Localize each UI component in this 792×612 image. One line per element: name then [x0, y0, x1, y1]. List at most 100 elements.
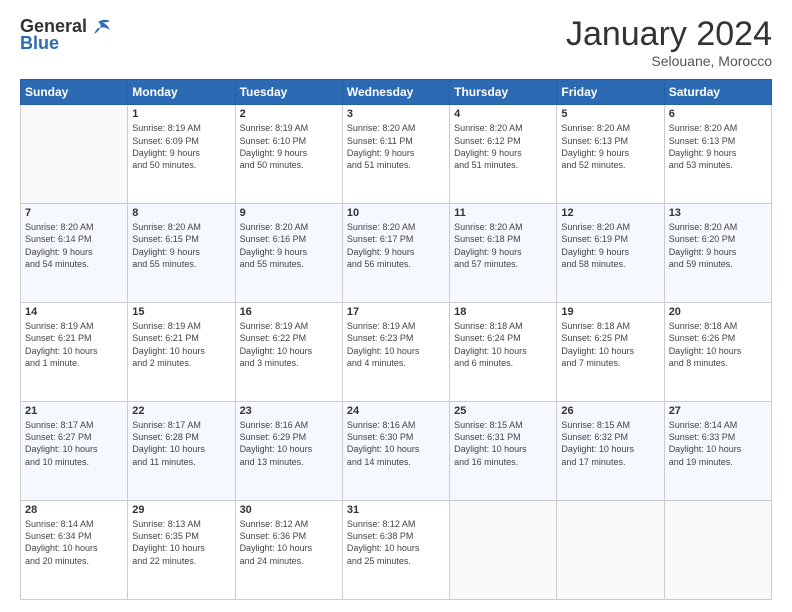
day-number: 5 [561, 108, 659, 120]
day-info: Sunrise: 8:20 AM Sunset: 6:18 PM Dayligh… [454, 221, 552, 270]
calendar-cell: 24 Sunrise: 8:16 AM Sunset: 6:30 PM Dayli… [342, 402, 449, 501]
header-right: January 2024 Selouane, Morocco [566, 16, 772, 69]
calendar-cell: 18 Sunrise: 8:18 AM Sunset: 6:24 PM Dayli… [450, 303, 557, 402]
day-number: 28 [25, 504, 123, 516]
day-number: 29 [132, 504, 230, 516]
page: General Blue January 2024 Selouane, Moro… [0, 0, 792, 612]
calendar-header-row: SundayMondayTuesdayWednesdayThursdayFrid… [21, 80, 772, 105]
day-info: Sunrise: 8:14 AM Sunset: 6:34 PM Dayligh… [25, 518, 123, 567]
day-number: 1 [132, 108, 230, 120]
calendar-cell: 23 Sunrise: 8:16 AM Sunset: 6:29 PM Dayli… [235, 402, 342, 501]
calendar-week-row: 28 Sunrise: 8:14 AM Sunset: 6:34 PM Dayli… [21, 501, 772, 600]
day-info: Sunrise: 8:20 AM Sunset: 6:13 PM Dayligh… [561, 122, 659, 171]
day-info: Sunrise: 8:15 AM Sunset: 6:31 PM Dayligh… [454, 419, 552, 468]
calendar-week-row: 21 Sunrise: 8:17 AM Sunset: 6:27 PM Dayli… [21, 402, 772, 501]
day-number: 10 [347, 207, 445, 219]
location: Selouane, Morocco [566, 53, 772, 69]
calendar-week-row: 1 Sunrise: 8:19 AM Sunset: 6:09 PM Daylig… [21, 105, 772, 204]
logo-bird-icon [90, 18, 112, 36]
calendar-cell: 19 Sunrise: 8:18 AM Sunset: 6:25 PM Dayli… [557, 303, 664, 402]
calendar-cell: 2 Sunrise: 8:19 AM Sunset: 6:10 PM Daylig… [235, 105, 342, 204]
month-title: January 2024 [566, 16, 772, 53]
day-info: Sunrise: 8:17 AM Sunset: 6:28 PM Dayligh… [132, 419, 230, 468]
day-info: Sunrise: 8:17 AM Sunset: 6:27 PM Dayligh… [25, 419, 123, 468]
day-number: 19 [561, 306, 659, 318]
calendar-cell: 17Sunrise: 8:19 AM Sunset: 6:23 PM Dayli… [342, 303, 449, 402]
calendar-cell: 3Sunrise: 8:20 AM Sunset: 6:11 PM Daylig… [342, 105, 449, 204]
day-info: Sunrise: 8:18 AM Sunset: 6:25 PM Dayligh… [561, 320, 659, 369]
calendar-cell: 11 Sunrise: 8:20 AM Sunset: 6:18 PM Dayli… [450, 204, 557, 303]
calendar-cell: 29 Sunrise: 8:13 AM Sunset: 6:35 PM Dayli… [128, 501, 235, 600]
calendar-cell: 9Sunrise: 8:20 AM Sunset: 6:16 PM Daylig… [235, 204, 342, 303]
day-info: Sunrise: 8:20 AM Sunset: 6:12 PM Dayligh… [454, 122, 552, 171]
weekday-header-tuesday: Tuesday [235, 80, 342, 105]
calendar-cell: 6Sunrise: 8:20 AM Sunset: 6:13 PM Daylig… [664, 105, 771, 204]
calendar-cell: 5 Sunrise: 8:20 AM Sunset: 6:13 PM Daylig… [557, 105, 664, 204]
calendar-cell [21, 105, 128, 204]
day-number: 3 [347, 108, 445, 120]
day-number: 26 [561, 405, 659, 417]
day-number: 21 [25, 405, 123, 417]
calendar-cell [557, 501, 664, 600]
day-number: 9 [240, 207, 338, 219]
calendar-cell: 4 Sunrise: 8:20 AM Sunset: 6:12 PM Daylig… [450, 105, 557, 204]
calendar-cell: 28 Sunrise: 8:14 AM Sunset: 6:34 PM Dayli… [21, 501, 128, 600]
calendar-cell [450, 501, 557, 600]
calendar-cell: 20Sunrise: 8:18 AM Sunset: 6:26 PM Dayli… [664, 303, 771, 402]
calendar-cell: 16Sunrise: 8:19 AM Sunset: 6:22 PM Dayli… [235, 303, 342, 402]
day-info: Sunrise: 8:20 AM Sunset: 6:15 PM Dayligh… [132, 221, 230, 270]
calendar-cell: 8 Sunrise: 8:20 AM Sunset: 6:15 PM Daylig… [128, 204, 235, 303]
calendar-cell: 7Sunrise: 8:20 AM Sunset: 6:14 PM Daylig… [21, 204, 128, 303]
day-info: Sunrise: 8:18 AM Sunset: 6:24 PM Dayligh… [454, 320, 552, 369]
calendar-cell: 31 Sunrise: 8:12 AM Sunset: 6:38 PM Dayli… [342, 501, 449, 600]
calendar-cell: 25 Sunrise: 8:15 AM Sunset: 6:31 PM Dayli… [450, 402, 557, 501]
weekday-header-saturday: Saturday [664, 80, 771, 105]
calendar-cell: 27 Sunrise: 8:14 AM Sunset: 6:33 PM Dayli… [664, 402, 771, 501]
day-info: Sunrise: 8:19 AM Sunset: 6:09 PM Dayligh… [132, 122, 230, 171]
calendar-week-row: 14Sunrise: 8:19 AM Sunset: 6:21 PM Dayli… [21, 303, 772, 402]
day-number: 6 [669, 108, 767, 120]
day-info: Sunrise: 8:19 AM Sunset: 6:10 PM Dayligh… [240, 122, 338, 171]
day-number: 11 [454, 207, 552, 219]
day-number: 27 [669, 405, 767, 417]
day-number: 20 [669, 306, 767, 318]
calendar-cell: 21 Sunrise: 8:17 AM Sunset: 6:27 PM Dayli… [21, 402, 128, 501]
day-info: Sunrise: 8:13 AM Sunset: 6:35 PM Dayligh… [132, 518, 230, 567]
day-number: 22 [132, 405, 230, 417]
header: General Blue January 2024 Selouane, Moro… [20, 16, 772, 69]
day-number: 7 [25, 207, 123, 219]
day-info: Sunrise: 8:14 AM Sunset: 6:33 PM Dayligh… [669, 419, 767, 468]
day-info: Sunrise: 8:12 AM Sunset: 6:38 PM Dayligh… [347, 518, 445, 567]
day-number: 8 [132, 207, 230, 219]
weekday-header-wednesday: Wednesday [342, 80, 449, 105]
day-number: 17 [347, 306, 445, 318]
day-number: 18 [454, 306, 552, 318]
day-info: Sunrise: 8:16 AM Sunset: 6:29 PM Dayligh… [240, 419, 338, 468]
calendar-table: SundayMondayTuesdayWednesdayThursdayFrid… [20, 79, 772, 600]
day-number: 15 [132, 306, 230, 318]
day-number: 13 [669, 207, 767, 219]
calendar-cell: 1 Sunrise: 8:19 AM Sunset: 6:09 PM Daylig… [128, 105, 235, 204]
day-number: 23 [240, 405, 338, 417]
calendar-cell: 26 Sunrise: 8:15 AM Sunset: 6:32 PM Dayli… [557, 402, 664, 501]
day-info: Sunrise: 8:16 AM Sunset: 6:30 PM Dayligh… [347, 419, 445, 468]
weekday-header-sunday: Sunday [21, 80, 128, 105]
day-info: Sunrise: 8:12 AM Sunset: 6:36 PM Dayligh… [240, 518, 338, 567]
day-number: 4 [454, 108, 552, 120]
calendar-cell [664, 501, 771, 600]
calendar-cell: 13Sunrise: 8:20 AM Sunset: 6:20 PM Dayli… [664, 204, 771, 303]
day-number: 31 [347, 504, 445, 516]
day-number: 2 [240, 108, 338, 120]
day-number: 12 [561, 207, 659, 219]
day-info: Sunrise: 8:20 AM Sunset: 6:17 PM Dayligh… [347, 221, 445, 270]
day-info: Sunrise: 8:19 AM Sunset: 6:21 PM Dayligh… [25, 320, 123, 369]
day-info: Sunrise: 8:15 AM Sunset: 6:32 PM Dayligh… [561, 419, 659, 468]
calendar-cell: 14Sunrise: 8:19 AM Sunset: 6:21 PM Dayli… [21, 303, 128, 402]
logo: General Blue [20, 16, 112, 54]
weekday-header-monday: Monday [128, 80, 235, 105]
day-info: Sunrise: 8:19 AM Sunset: 6:21 PM Dayligh… [132, 320, 230, 369]
day-number: 25 [454, 405, 552, 417]
day-number: 16 [240, 306, 338, 318]
day-number: 24 [347, 405, 445, 417]
logo-blue: Blue [20, 33, 59, 54]
